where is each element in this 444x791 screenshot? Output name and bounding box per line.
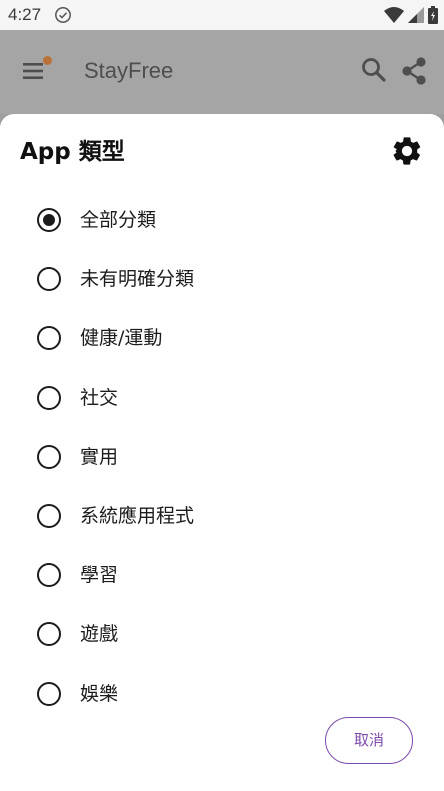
radio-unchecked-icon[interactable] bbox=[37, 563, 61, 588]
radio-unchecked-icon[interactable] bbox=[37, 622, 61, 647]
notification-dot bbox=[43, 56, 52, 65]
sheet-title: App 類型 bbox=[20, 139, 125, 165]
category-option-education[interactable]: 學習 bbox=[0, 563, 444, 622]
battery-icon bbox=[428, 6, 438, 24]
category-option-games[interactable]: 遊戲 bbox=[0, 622, 444, 681]
option-label: 遊戲 bbox=[80, 623, 119, 646]
wifi-icon bbox=[384, 7, 404, 23]
app-title: StayFree bbox=[84, 58, 174, 83]
radio-unchecked-icon[interactable] bbox=[37, 326, 61, 351]
radio-unchecked-icon[interactable] bbox=[37, 267, 61, 292]
option-label: 學習 bbox=[80, 564, 119, 587]
category-option-social[interactable]: 社交 bbox=[0, 385, 444, 445]
category-option-all[interactable]: 全部分類 bbox=[0, 208, 444, 267]
radio-checked-icon[interactable] bbox=[37, 208, 61, 232]
category-bottom-sheet: App 類型 全部分類 未有明確分類 健康/運動 社交 實用 系統應用程式 學習… bbox=[0, 114, 444, 791]
category-option-health-fitness[interactable]: 健康/運動 bbox=[0, 326, 444, 385]
gear-icon[interactable] bbox=[390, 134, 424, 168]
category-options: 全部分類 未有明確分類 健康/運動 社交 實用 系統應用程式 學習 遊戲 娛樂 bbox=[0, 208, 444, 741]
radio-unchecked-icon[interactable] bbox=[37, 681, 61, 706]
radio-unchecked-icon[interactable] bbox=[37, 444, 61, 469]
option-label: 娛樂 bbox=[80, 682, 119, 705]
category-option-uncategorized[interactable]: 未有明確分類 bbox=[0, 267, 444, 326]
share-icon[interactable] bbox=[400, 56, 428, 86]
check-circle-icon bbox=[55, 7, 71, 23]
category-option-utilities[interactable]: 實用 bbox=[0, 444, 444, 504]
signal-icon bbox=[408, 7, 424, 23]
option-label: 全部分類 bbox=[80, 209, 157, 231]
option-label: 實用 bbox=[80, 445, 119, 468]
option-label: 社交 bbox=[80, 386, 119, 409]
option-label: 健康/運動 bbox=[80, 327, 163, 350]
option-label: 未有明確分類 bbox=[80, 268, 195, 291]
status-bar: 4:27 bbox=[0, 0, 444, 30]
status-icons bbox=[384, 5, 438, 25]
app-bar: StayFree bbox=[0, 30, 444, 114]
category-option-system-apps[interactable]: 系統應用程式 bbox=[0, 503, 444, 563]
radio-unchecked-icon[interactable] bbox=[37, 503, 61, 528]
status-time: 4:27 bbox=[8, 5, 42, 24]
search-icon[interactable] bbox=[360, 56, 388, 84]
cancel-button[interactable]: 取消 bbox=[325, 717, 413, 764]
option-label: 系統應用程式 bbox=[80, 504, 195, 527]
radio-unchecked-icon[interactable] bbox=[37, 385, 61, 410]
